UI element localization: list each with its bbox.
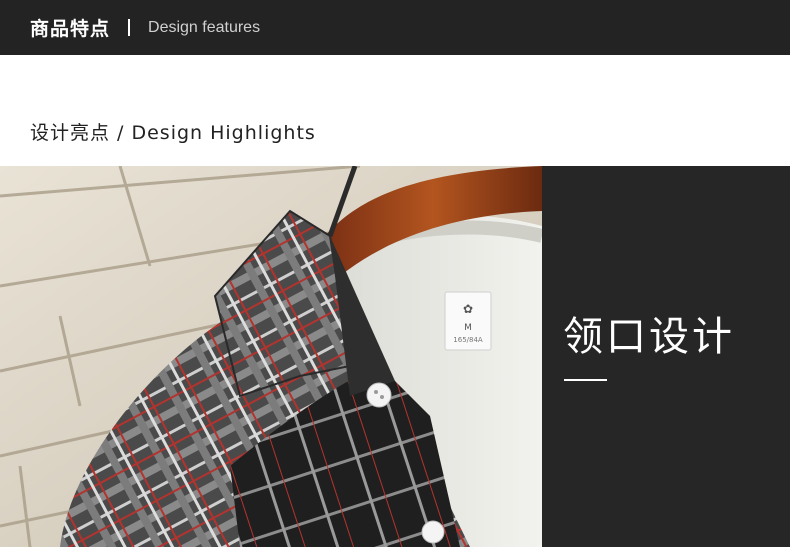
svg-text:✿: ✿ [463,302,473,316]
header-bar: 商品特点 Design features [0,0,790,55]
feature-divider [564,379,607,381]
page: 商品特点 Design features 设计亮点 / Design Highl… [0,0,790,547]
section-title: 设计亮点 / Design Highlights [30,122,316,144]
header-title-en: Design features [148,18,261,36]
product-photo: ✿ M 165/84A [0,166,542,547]
svg-text:165/84A: 165/84A [453,336,483,344]
header-title-cn: 商品特点 [30,18,111,40]
svg-text:M: M [464,323,472,333]
header-divider [128,19,131,36]
feature-panel: 领口设计 [542,166,790,547]
feature-title: 领口设计 [563,314,735,360]
size-label: ✿ M 165/84A [444,291,492,351]
